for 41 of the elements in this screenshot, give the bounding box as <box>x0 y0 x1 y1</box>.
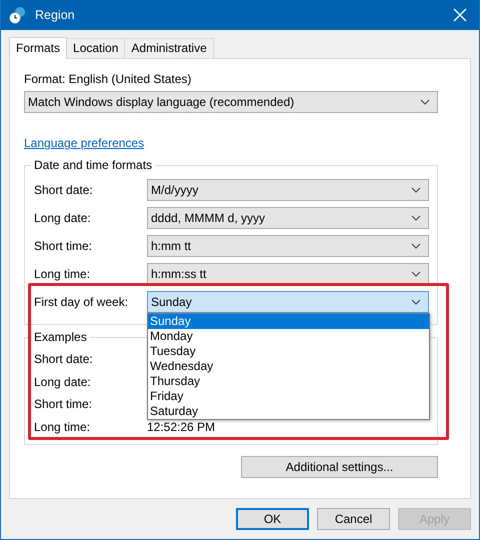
format-dropdown[interactable]: h:mm:ss tt <box>147 263 429 285</box>
format-dropdown[interactable]: Match Windows display language (recommended) <box>24 91 438 113</box>
format-label: Format: English (United States) <box>24 72 192 86</box>
example-label: Short time: <box>34 397 94 412</box>
example-label: Long time: <box>34 420 92 434</box>
dropdown-option[interactable]: Monday <box>148 329 429 344</box>
dropdown-option[interactable]: Wednesday <box>148 359 429 374</box>
chevron-icon <box>411 215 421 221</box>
close-icon[interactable] <box>453 8 467 22</box>
dialog-button[interactable]: OK <box>236 508 309 530</box>
globe-clock-icon <box>9 6 27 24</box>
dropdown-option[interactable]: Tuesday <box>148 344 429 359</box>
field-label: First day of week: <box>34 295 130 309</box>
example-label: Short date: <box>34 352 94 366</box>
dropdown-option[interactable]: Sunday <box>148 314 429 329</box>
field-label: Long time: <box>34 267 92 281</box>
format-dropdown[interactable]: Sunday <box>147 291 429 313</box>
additional-settings-button[interactable]: Additional settings... <box>241 456 438 478</box>
chevron-icon <box>411 187 421 193</box>
example-value: 12:52:26 PM <box>147 420 216 434</box>
chevron-icon <box>411 299 421 305</box>
group-title: Examples <box>31 330 90 344</box>
window-title: Region <box>35 8 76 22</box>
tab[interactable]: Administrative <box>124 38 214 58</box>
chevron-icon <box>411 271 421 277</box>
field-label: Short time: <box>34 239 94 253</box>
dropdown-option[interactable]: Friday <box>148 389 429 404</box>
dropdown-option[interactable]: Thursday <box>148 374 429 389</box>
format-dropdown[interactable]: M/d/yyyy <box>147 179 429 201</box>
example-label: Long date: <box>34 374 92 389</box>
format-dropdown[interactable]: h:mm tt <box>147 235 429 257</box>
dropdown-option[interactable]: Saturday <box>148 404 429 419</box>
chevron-icon <box>420 99 430 105</box>
chevron-icon <box>411 243 421 249</box>
field-label: Short date: <box>34 183 94 197</box>
format-dropdown[interactable]: dddd, MMMM d, yyyy <box>147 207 429 229</box>
language-preferences-link[interactable]: Language preferences <box>24 136 144 150</box>
field-label: Long date: <box>34 211 92 225</box>
group-title: Date and time formats <box>31 158 156 172</box>
tab[interactable]: Formats <box>9 37 68 59</box>
dialog-button[interactable]: Cancel <box>317 508 390 530</box>
